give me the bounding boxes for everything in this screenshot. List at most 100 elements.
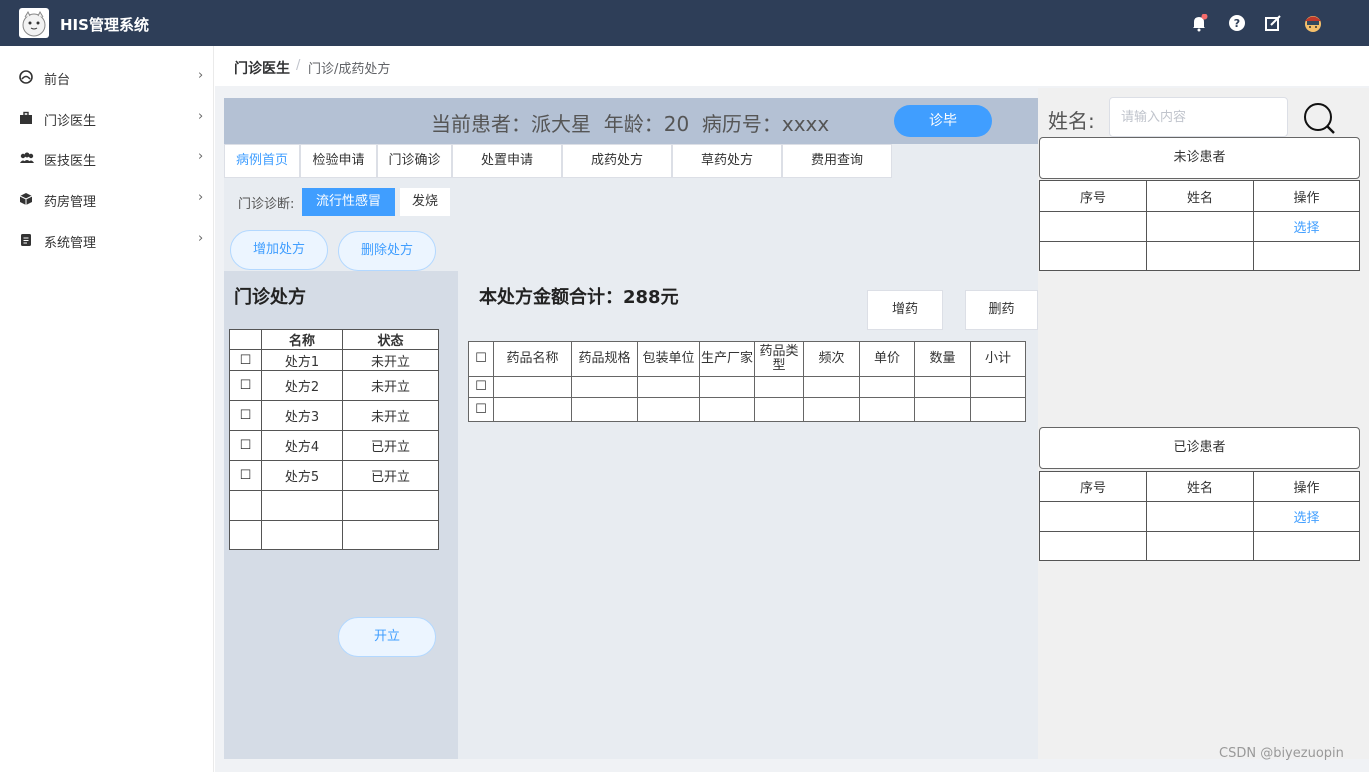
table-row[interactable]: ☐ 处方5 已开立 <box>229 460 439 491</box>
column-header: 包装单位 <box>637 341 700 377</box>
tab-fee-query[interactable]: 费用查询 <box>782 144 892 178</box>
table-row <box>229 520 439 550</box>
tab-case-home[interactable]: 病例首页 <box>224 144 300 178</box>
column-header: 药品规格 <box>571 341 638 377</box>
tab-lab-request[interactable]: 检验申请 <box>300 144 377 178</box>
row-checkbox[interactable]: ☐ <box>229 370 262 401</box>
delete-drug-button[interactable]: 删药 <box>965 290 1038 330</box>
sidebar-item-label: 前台 <box>44 73 71 88</box>
add-drug-button[interactable]: 增药 <box>867 290 943 330</box>
column-header: 生产厂家 <box>699 341 755 377</box>
chevron-right-icon: › <box>198 68 204 83</box>
tab-treatment-request[interactable]: 处置申请 <box>452 144 562 178</box>
name-search-label: 姓名: <box>1048 109 1095 133</box>
app-logo <box>19 8 49 38</box>
row-checkbox[interactable]: ☐ <box>229 460 262 491</box>
column-header: 单价 <box>859 341 915 377</box>
prescription-total: 本处方金额合计：288元 <box>479 287 679 308</box>
sidebar-item-tech-doctor[interactable]: 医技医生 › <box>0 138 214 178</box>
box-icon <box>19 192 33 206</box>
name-search-input[interactable] <box>1109 97 1288 137</box>
breadcrumb-separator: / <box>296 58 301 73</box>
done-patients-header: 已诊患者 <box>1039 427 1360 469</box>
table-row <box>229 490 439 521</box>
chevron-right-icon: › <box>198 190 204 205</box>
finish-consultation-button[interactable]: 诊毕 <box>894 105 992 137</box>
breadcrumb-root[interactable]: 门诊医生 <box>234 58 290 78</box>
column-header: 名称 <box>261 329 343 350</box>
top-navbar <box>0 0 1369 46</box>
watermark: CSDN @biyezuopin <box>1219 746 1344 761</box>
current-patient-info: 当前患者：派大星 年龄：20 病历号：xxxx <box>431 112 830 136</box>
chevron-right-icon: › <box>198 149 204 164</box>
table-row[interactable]: ☐ <box>468 397 1026 422</box>
sidebar-item-pharmacy[interactable]: 药房管理 › <box>0 179 214 219</box>
select-patient-link[interactable]: 选择 <box>1293 511 1319 526</box>
column-header: 药品名称 <box>493 341 572 377</box>
column-header: 操作 <box>1253 471 1360 502</box>
table-row[interactable]: ☐ 处方1 未开立 <box>229 349 439 371</box>
table-row[interactable]: ☐ <box>468 376 1026 398</box>
table-row <box>1039 531 1360 561</box>
table-row <box>1039 241 1360 271</box>
table-row: 选择 <box>1039 211 1360 242</box>
column-header: 状态 <box>342 329 439 350</box>
column-header: 药品类型 <box>754 341 804 377</box>
column-header: 操作 <box>1253 180 1360 212</box>
document-icon <box>19 233 33 247</box>
drug-table: ☐ 药品名称 药品规格 包装单位 生产厂家 药品类型 频次 单价 数量 小计 ☐… <box>468 341 1026 422</box>
column-header: 姓名 <box>1146 471 1254 502</box>
column-header: 频次 <box>803 341 860 377</box>
dashboard-icon <box>19 70 33 84</box>
row-checkbox[interactable]: ☐ <box>468 376 494 398</box>
column-header: 序号 <box>1039 180 1147 212</box>
diagnosis-label: 门诊诊断: <box>238 197 295 212</box>
table-row[interactable]: ☐ 处方2 未开立 <box>229 370 439 401</box>
column-header: 小计 <box>970 341 1026 377</box>
user-avatar[interactable] <box>1303 12 1323 34</box>
pending-patients-header: 未诊患者 <box>1039 137 1360 179</box>
breadcrumb-current: 门诊/成药处方 <box>308 62 391 77</box>
select-all-checkbox[interactable]: ☐ <box>468 341 494 377</box>
sidebar-item-label: 药房管理 <box>44 195 97 210</box>
table-row[interactable]: ☐ 处方4 已开立 <box>229 430 439 461</box>
table-row[interactable]: ☐ 处方3 未开立 <box>229 400 439 431</box>
edit-icon[interactable] <box>1264 14 1282 32</box>
row-checkbox[interactable]: ☐ <box>229 349 262 371</box>
sidebar-item-outpatient-doctor[interactable]: 门诊医生 › <box>0 98 214 138</box>
bell-icon[interactable] <box>1190 13 1208 32</box>
column-header: 数量 <box>914 341 971 377</box>
column-header: 序号 <box>1039 471 1147 502</box>
row-checkbox[interactable]: ☐ <box>468 397 494 422</box>
sidebar-item-system[interactable]: 系统管理 › <box>0 220 214 260</box>
diagnosis-tag[interactable]: 流行性感冒 <box>302 188 395 216</box>
tab-herbal-rx[interactable]: 草药处方 <box>672 144 782 178</box>
search-icon[interactable] <box>1302 101 1336 135</box>
sidebar-item-label: 医技医生 <box>44 154 97 169</box>
add-prescription-button[interactable]: 增加处方 <box>230 230 328 270</box>
column-header: 姓名 <box>1146 180 1254 212</box>
row-checkbox[interactable]: ☐ <box>229 400 262 431</box>
done-patients-table: 序号 姓名 操作 选择 <box>1039 471 1360 561</box>
prescription-list-title: 门诊处方 <box>234 287 306 308</box>
issue-prescription-button[interactable]: 开立 <box>338 617 436 657</box>
prescription-table: 名称 状态 ☐ 处方1 未开立 ☐ 处方2 未开立 ☐ 处方3 未开立 ☐ 处方… <box>229 329 439 550</box>
tab-patent-medicine-rx[interactable]: 成药处方 <box>562 144 672 178</box>
chevron-right-icon: › <box>198 231 204 246</box>
row-checkbox[interactable]: ☐ <box>229 430 262 461</box>
users-icon <box>19 151 34 165</box>
help-icon[interactable]: ? <box>1228 14 1246 32</box>
briefcase-icon <box>19 111 33 125</box>
pending-patients-table: 序号 姓名 操作 选择 <box>1039 180 1360 271</box>
diagnosis-tag[interactable]: 发烧 <box>400 188 450 216</box>
chevron-right-icon: › <box>198 109 204 124</box>
sidebar-item-label: 系统管理 <box>44 236 97 251</box>
table-row: 选择 <box>1039 501 1360 532</box>
delete-prescription-button[interactable]: 删除处方 <box>338 231 436 271</box>
app-title: HIS管理系统 <box>60 16 149 34</box>
sidebar-item-frontdesk[interactable]: 前台 › <box>0 57 214 97</box>
sidebar-item-label: 门诊医生 <box>44 114 97 129</box>
svg-text:?: ? <box>1234 17 1240 30</box>
tab-outpatient-diagnosis[interactable]: 门诊确诊 <box>377 144 452 178</box>
select-patient-link[interactable]: 选择 <box>1293 221 1319 236</box>
